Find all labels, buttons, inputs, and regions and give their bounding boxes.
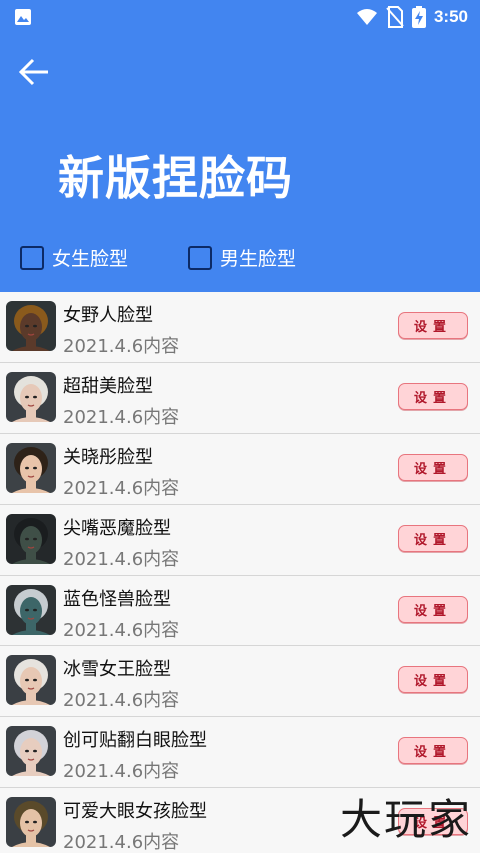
avatar <box>6 513 56 564</box>
status-bar: 3:50 <box>0 0 480 34</box>
filter-female-face[interactable]: 女生脸型 <box>20 244 128 271</box>
filter-label: 女生脸型 <box>52 248 129 270</box>
filter-label: 男生脸型 <box>220 248 297 270</box>
item-title: 冰雪女王脸型 <box>63 659 171 681</box>
list-item[interactable]: 冰雪女王脸型 2021.4.6内容 设置 <box>0 646 480 718</box>
avatar <box>6 301 56 351</box>
set-button[interactable]: 设置 <box>398 595 468 623</box>
wifi-icon <box>356 9 377 25</box>
avatar <box>6 726 56 777</box>
checkbox[interactable] <box>20 245 44 270</box>
back-button[interactable] <box>14 52 54 92</box>
filter-male-face[interactable]: 男生脸型 <box>188 244 296 271</box>
set-button[interactable]: 设置 <box>398 453 468 481</box>
no-sim-icon <box>386 6 404 28</box>
item-title: 超甜美脸型 <box>63 375 153 397</box>
item-date: 2021.4.6内容 <box>63 406 180 428</box>
item-date: 2021.4.6内容 <box>63 832 180 853</box>
list-item[interactable]: 女野人脸型 2021.4.6内容 设置 <box>0 292 480 363</box>
list-item[interactable]: 创可贴翻白眼脸型 2021.4.6内容 设置 <box>0 717 480 789</box>
item-date: 2021.4.6内容 <box>63 761 180 783</box>
item-title: 可爱大眼女孩脸型 <box>63 801 207 823</box>
item-title: 关晓彤脸型 <box>63 446 153 468</box>
item-date: 2021.4.6内容 <box>63 336 180 357</box>
list-item[interactable]: 超甜美脸型 2021.4.6内容 设置 <box>0 362 480 434</box>
status-time: 3:50 <box>433 7 468 26</box>
item-date: 2021.4.6内容 <box>63 477 180 499</box>
checkbox[interactable] <box>188 245 212 270</box>
list-item[interactable]: 关晓彤脸型 2021.4.6内容 设置 <box>0 433 480 505</box>
item-title: 创可贴翻白眼脸型 <box>63 730 207 752</box>
avatar <box>6 655 56 706</box>
item-date: 2021.4.6内容 <box>63 690 180 712</box>
item-title: 尖嘴恶魔脸型 <box>63 517 171 539</box>
app-header: 新版捏脸码 女生脸型 男生脸型 <box>0 34 480 292</box>
avatar <box>6 584 56 635</box>
set-button[interactable]: 设置 <box>398 382 468 410</box>
image-notification-icon <box>15 9 31 25</box>
set-button[interactable]: 设置 <box>398 312 468 339</box>
page-title: 新版捏脸码 <box>58 151 293 205</box>
item-date: 2021.4.6内容 <box>63 619 180 641</box>
item-title: 女野人脸型 <box>63 305 153 326</box>
set-button[interactable]: 设置 <box>398 524 468 552</box>
watermark-logo: 大玩家 <box>339 795 472 844</box>
list-item[interactable]: 尖嘴恶魔脸型 2021.4.6内容 设置 <box>0 504 480 576</box>
set-button[interactable]: 设置 <box>398 737 468 765</box>
avatar <box>6 442 56 493</box>
list-item[interactable]: 蓝色怪兽脸型 2021.4.6内容 设置 <box>0 575 480 647</box>
face-code-list: 女野人脸型 2021.4.6内容 设置 超甜美脸型 2021.4.6内容 设置 <box>0 292 480 853</box>
arrow-left-icon <box>18 58 48 86</box>
avatar <box>6 797 56 848</box>
item-date: 2021.4.6内容 <box>63 548 180 570</box>
battery-charging-icon <box>411 6 426 28</box>
item-title: 蓝色怪兽脸型 <box>63 588 171 610</box>
avatar <box>6 371 56 422</box>
set-button[interactable]: 设置 <box>398 666 468 694</box>
